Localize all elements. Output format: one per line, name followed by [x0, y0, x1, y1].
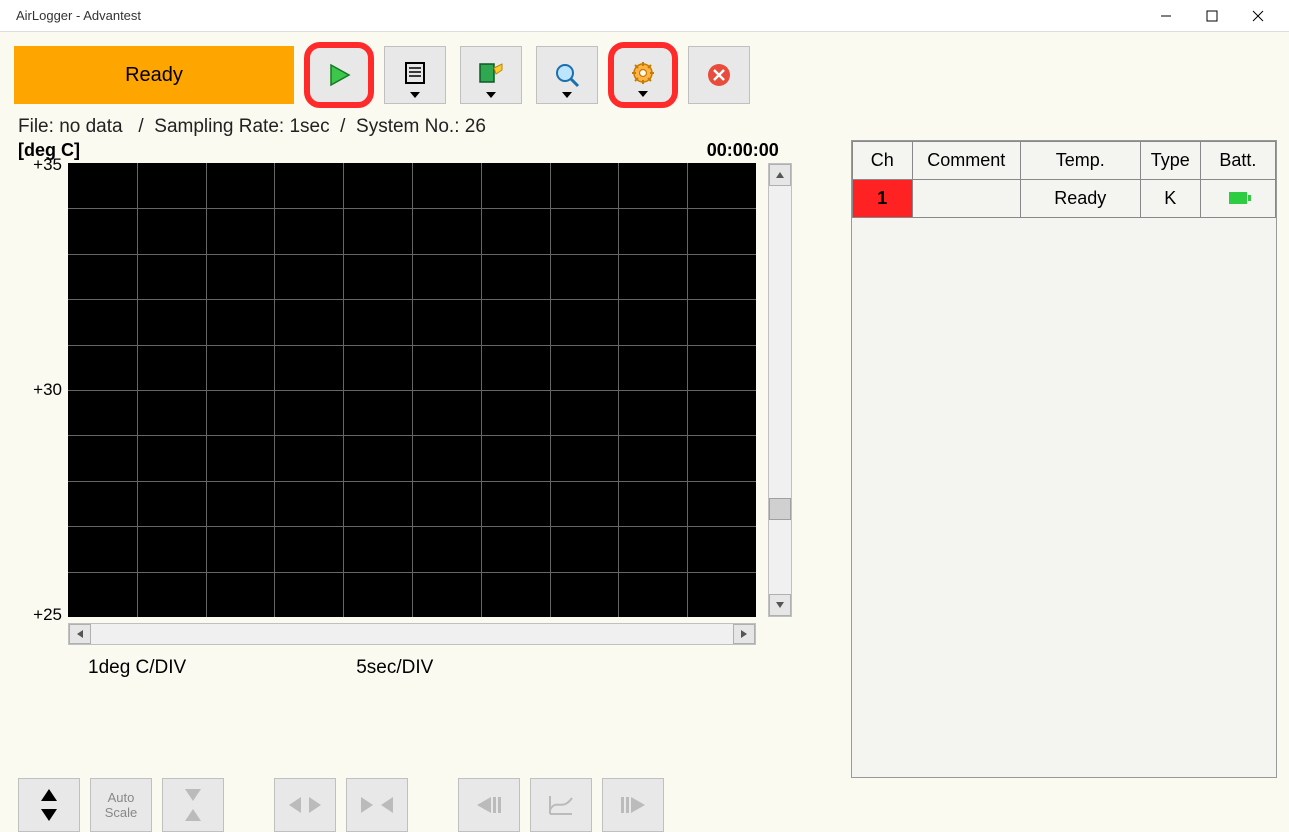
window-controls	[1143, 0, 1281, 32]
x-div-label: 5sec/DIV	[356, 657, 433, 679]
y-axis: +35 +30 +25	[18, 163, 68, 617]
chart-controls: Auto Scale	[0, 778, 1289, 832]
compress-horizontal-icon	[359, 793, 395, 817]
channel-panel: Ch Comment Temp. Type Batt. 1 Ready K	[851, 140, 1277, 778]
magnifier-icon	[552, 60, 582, 90]
status-label: Ready	[125, 64, 183, 87]
scroll-up-button[interactable]	[769, 164, 791, 186]
settings-button[interactable]	[612, 46, 674, 104]
jump-end-icon	[615, 793, 651, 817]
col-ch: Ch	[852, 142, 912, 180]
report-button[interactable]	[384, 46, 446, 104]
sampling-value: 1sec	[289, 116, 329, 137]
y-tick: +25	[33, 605, 62, 625]
jump-start-icon	[471, 793, 507, 817]
start-button[interactable]	[308, 46, 370, 104]
cell-type: K	[1140, 180, 1200, 218]
col-comment: Comment	[912, 142, 1020, 180]
scroll-left-button[interactable]	[69, 624, 91, 644]
gear-icon	[628, 60, 658, 90]
y-tick: +35	[33, 155, 62, 175]
chevron-down-icon	[485, 91, 497, 99]
file-value: no data	[59, 116, 122, 137]
scroll-right-button[interactable]	[733, 624, 755, 644]
y-tick: +30	[33, 380, 62, 400]
jump-start-button[interactable]	[458, 778, 520, 832]
elapsed-time: 00:00:00	[707, 140, 779, 161]
fit-button[interactable]	[530, 778, 592, 832]
updown-arrows-icon	[37, 787, 61, 823]
horizontal-scrollbar[interactable]	[68, 623, 756, 645]
cell-batt	[1200, 180, 1275, 218]
document-icon	[400, 60, 430, 90]
edit-button[interactable]	[460, 46, 522, 104]
sampling-label: Sampling Rate:	[154, 116, 284, 137]
chevron-down-icon	[561, 91, 573, 99]
compress-vertical-icon	[181, 787, 205, 823]
axis-fit-icon	[546, 792, 576, 818]
col-temp: Temp.	[1020, 142, 1140, 180]
col-batt: Batt.	[1200, 142, 1275, 180]
file-label: File:	[18, 116, 54, 137]
autoscale-button[interactable]: Auto Scale	[90, 778, 152, 832]
play-icon	[325, 61, 353, 89]
table-row[interactable]: 1 Ready K	[852, 180, 1275, 218]
cell-ch: 1	[852, 180, 912, 218]
zoom-button[interactable]	[536, 46, 598, 104]
stop-button[interactable]	[688, 46, 750, 104]
scroll-thumb[interactable]	[769, 498, 791, 520]
chevron-down-icon	[409, 91, 421, 99]
window-title: AirLogger - Advantest	[8, 8, 141, 23]
system-label: System No.:	[356, 116, 459, 137]
y-compress-button[interactable]	[162, 778, 224, 832]
chevron-down-icon	[637, 90, 649, 98]
plot-canvas[interactable]	[68, 163, 756, 617]
close-circle-icon	[705, 61, 733, 89]
expand-horizontal-icon	[287, 793, 323, 817]
y-div-label: 1deg C/DIV	[88, 657, 186, 679]
battery-icon	[1229, 192, 1247, 204]
table-header-row: Ch Comment Temp. Type Batt.	[852, 142, 1275, 180]
chart-area: [deg C] 00:00:00 +35 +30 +25	[18, 140, 833, 778]
vertical-scrollbar[interactable]	[768, 163, 792, 617]
x-expand-button[interactable]	[274, 778, 336, 832]
status-indicator: Ready	[14, 46, 294, 104]
cell-temp: Ready	[1020, 180, 1140, 218]
info-bar: File: no data / Sampling Rate: 1sec / Sy…	[0, 112, 1289, 140]
maximize-button[interactable]	[1189, 0, 1235, 32]
channel-table: Ch Comment Temp. Type Batt. 1 Ready K	[852, 141, 1276, 218]
minimize-button[interactable]	[1143, 0, 1189, 32]
cell-comment	[912, 180, 1020, 218]
col-type: Type	[1140, 142, 1200, 180]
titlebar: AirLogger - Advantest	[0, 0, 1289, 32]
y-scale-updown-button[interactable]	[18, 778, 80, 832]
autoscale-label: Auto Scale	[105, 790, 138, 820]
system-value: 26	[465, 116, 486, 137]
x-compress-button[interactable]	[346, 778, 408, 832]
edit-icon	[476, 60, 506, 90]
scroll-down-button[interactable]	[769, 594, 791, 616]
jump-end-button[interactable]	[602, 778, 664, 832]
close-button[interactable]	[1235, 0, 1281, 32]
toolbar: Ready	[0, 32, 1289, 112]
